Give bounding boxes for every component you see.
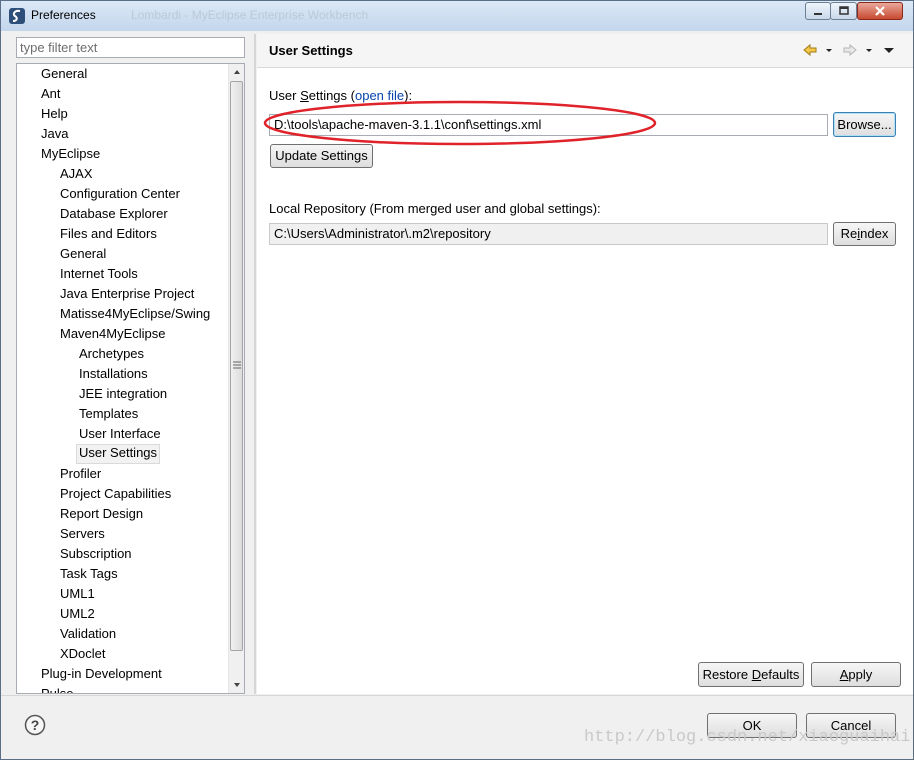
app-icon (9, 8, 25, 24)
minimize-button[interactable] (805, 2, 831, 20)
preference-page: User Settings User Settings (open file):… (257, 34, 913, 694)
tree-item-matisse4myeclipse[interactable]: Matisse4MyEclipse/Swing (58, 305, 212, 323)
tree-item-internet-tools[interactable]: Internet Tools (58, 265, 140, 283)
scroll-up-icon[interactable] (229, 64, 245, 80)
user-settings-label-rest: ettings ( (308, 88, 355, 103)
reindex-button[interactable]: Reindex (833, 222, 896, 246)
minimize-icon (814, 13, 822, 15)
page-content: User Settings (open file): D:\tools\apac… (257, 68, 913, 694)
back-icon[interactable] (802, 42, 818, 58)
filter-input[interactable] (16, 37, 245, 58)
preferences-window: Preferences Lombardi - MyEclipse Enterpr… (0, 0, 914, 760)
local-repository-label: Local Repository (From merged user and g… (269, 201, 601, 216)
page-title: User Settings (269, 43, 353, 58)
tree-item-maven4myeclipse[interactable]: Maven4MyEclipse (58, 325, 168, 343)
preference-navigation: General Ant Help Java MyEclipse AJAX Con… (9, 34, 247, 694)
restore-mnemonic: D (751, 667, 762, 682)
update-settings-button[interactable]: Update Settings (270, 144, 373, 168)
maximize-icon (838, 6, 849, 15)
background-window-title: Lombardi - MyEclipse Enterprise Workbenc… (131, 8, 369, 22)
tree-item-myeclipse-general[interactable]: General (58, 245, 108, 263)
tree-item-profiler[interactable]: Profiler (58, 465, 103, 483)
reindex-label-suffix: ndex (860, 226, 889, 241)
tree-item-general[interactable]: General (39, 65, 89, 83)
tree-item-user-settings[interactable]: User Settings (76, 444, 161, 464)
tree-item-myeclipse[interactable]: MyEclipse (39, 145, 102, 163)
user-settings-label-prefix: User (269, 88, 301, 103)
local-repository-field: C:\Users\Administrator\.m2\repository (269, 223, 828, 245)
user-settings-field[interactable]: D:\tools\apache-maven-3.1.1\conf\setting… (269, 114, 828, 136)
apply-label-suffix: pply (848, 667, 873, 682)
pane-divider[interactable] (254, 34, 256, 694)
tree-item-report-design[interactable]: Report Design (58, 505, 145, 523)
back-dropdown-icon[interactable] (824, 42, 834, 58)
close-icon (875, 6, 885, 16)
user-settings-mnemonic: S (300, 88, 309, 103)
tree-item-java-enterprise-project[interactable]: Java Enterprise Project (58, 285, 196, 303)
view-menu-icon[interactable] (882, 42, 896, 58)
browse-button[interactable]: Browse... (833, 112, 896, 137)
tree-item-configuration-center[interactable]: Configuration Center (58, 185, 182, 203)
page-header: User Settings (257, 34, 913, 68)
tree-item-ant[interactable]: Ant (39, 85, 63, 103)
tree-item-archetypes[interactable]: Archetypes (77, 345, 146, 363)
tree-item-help[interactable]: Help (39, 105, 70, 123)
tree-item-plugin-development[interactable]: Plug-in Development (39, 665, 164, 683)
user-settings-label: User Settings (open file): (269, 88, 412, 103)
watermark: http://blog.csdn.net/xiaoguaihai (584, 728, 911, 747)
apply-button[interactable]: Apply (811, 662, 901, 687)
tree-item-validation[interactable]: Validation (58, 625, 118, 643)
title-bar: Preferences Lombardi - MyEclipse Enterpr… (1, 1, 913, 31)
scrollbar-thumb[interactable] (230, 81, 243, 651)
close-window-button[interactable] (857, 2, 903, 20)
tree-scrollbar[interactable] (228, 64, 244, 693)
tree-item-project-capabilities[interactable]: Project Capabilities (58, 485, 173, 503)
restore-defaults-button[interactable]: Restore Defaults (698, 662, 804, 687)
restore-label-prefix: Restore (702, 667, 752, 682)
svg-text:?: ? (31, 717, 40, 733)
tree-item-java[interactable]: Java (39, 125, 70, 143)
tree-item-uml1[interactable]: UML1 (58, 585, 97, 603)
tree-item-database-explorer[interactable]: Database Explorer (58, 205, 170, 223)
tree-item-servers[interactable]: Servers (58, 525, 107, 543)
forward-dropdown-icon[interactable] (864, 42, 874, 58)
restore-label-suffix: efaults (761, 667, 800, 682)
tree-item-pulse[interactable]: Pulse (39, 685, 76, 693)
window-title: Preferences (31, 8, 96, 22)
tree-item-task-tags[interactable]: Task Tags (58, 565, 120, 583)
tree-item-xdoclet[interactable]: XDoclet (58, 645, 108, 663)
tree-item-user-interface[interactable]: User Interface (77, 425, 163, 443)
tree-item-files-and-editors[interactable]: Files and Editors (58, 225, 159, 243)
user-settings-label-suffix: ): (404, 88, 413, 103)
tree-item-uml2[interactable]: UML2 (58, 605, 97, 623)
tree-item-templates[interactable]: Templates (77, 405, 140, 423)
help-icon[interactable]: ? (24, 714, 46, 736)
tree-item-installations[interactable]: Installations (77, 365, 150, 383)
grip-icon (233, 361, 241, 369)
forward-icon[interactable] (842, 42, 858, 58)
preference-tree: General Ant Help Java MyEclipse AJAX Con… (16, 63, 245, 694)
maximize-button[interactable] (830, 2, 857, 20)
dialog-button-bar: ? OK Cancel http://blog.csdn.net/xiaogua… (1, 695, 913, 759)
scroll-down-icon[interactable] (229, 677, 245, 693)
tree-item-subscription[interactable]: Subscription (58, 545, 134, 563)
tree-item-ajax[interactable]: AJAX (58, 165, 95, 183)
open-file-link[interactable]: open file (355, 88, 404, 103)
tree-item-jee-integration[interactable]: JEE integration (77, 385, 169, 403)
reindex-label-prefix: Re (840, 226, 858, 241)
